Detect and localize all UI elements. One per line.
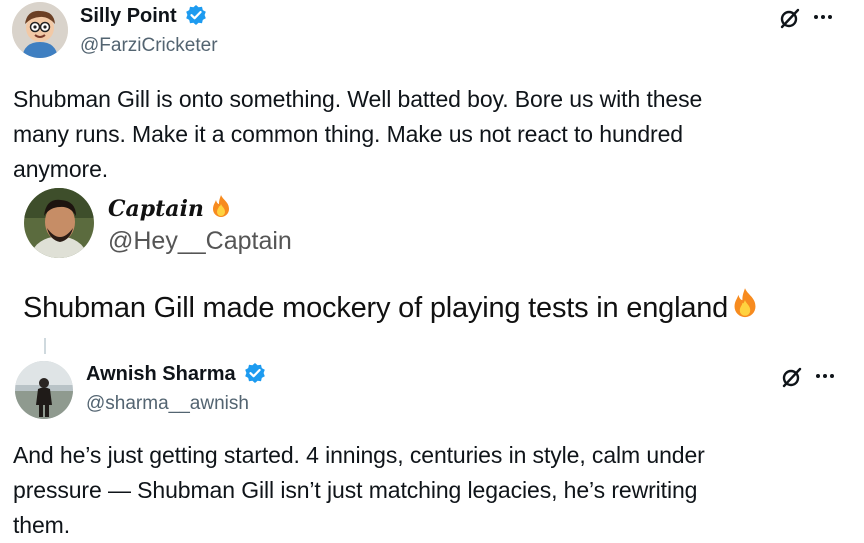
display-name[interactable]: Silly Point <box>80 5 177 27</box>
tweet-text-line: anymore. <box>13 156 109 182</box>
fire-icon <box>208 194 234 225</box>
handle[interactable]: @sharma__awnish <box>86 393 249 415</box>
quoted-handle: @Hey__Captain <box>108 227 292 255</box>
tweet-text-line: Shubman Gill is onto something. Well bat… <box>13 86 703 112</box>
grok-icon[interactable] <box>778 363 806 391</box>
quoted-text: Shubman Gill made mockery of playing tes… <box>23 292 729 324</box>
fire-icon <box>728 287 762 329</box>
grok-icon[interactable] <box>776 4 804 32</box>
tweet-text: And he’s just getting started. 4 innings… <box>13 438 853 543</box>
more-icon[interactable] <box>810 4 836 30</box>
verified-badge-icon <box>185 4 207 26</box>
quoted-display-name: Captain <box>108 196 204 222</box>
quoted-text-row: Shubman Gill made mockery of playing tes… <box>23 287 762 329</box>
tweet-text-line: pressure — Shubman Gill isn’t just match… <box>13 477 698 503</box>
display-name[interactable]: Awnish Sharma <box>86 363 236 385</box>
author-row-1: Silly Point <box>80 4 207 28</box>
verified-badge-icon <box>244 362 266 384</box>
more-icon[interactable] <box>812 363 838 389</box>
tweet-text-line: them. <box>13 512 71 538</box>
tweet-text-line: many runs. Make it a common thing. Make … <box>13 121 683 147</box>
tweet-text-line: And he’s just getting started. 4 innings… <box>13 442 705 468</box>
avatar-awnish-sharma[interactable] <box>15 361 73 419</box>
author-row-2: Awnish Sharma <box>86 362 266 386</box>
quoted-author-row: Captain <box>108 194 234 225</box>
avatar-captain <box>24 188 94 258</box>
tweet-text: Shubman Gill is onto something. Well bat… <box>13 82 853 187</box>
thread-line <box>44 338 46 354</box>
handle[interactable]: @FarziCricketer <box>80 35 218 57</box>
avatar-silly-point[interactable] <box>12 2 68 58</box>
